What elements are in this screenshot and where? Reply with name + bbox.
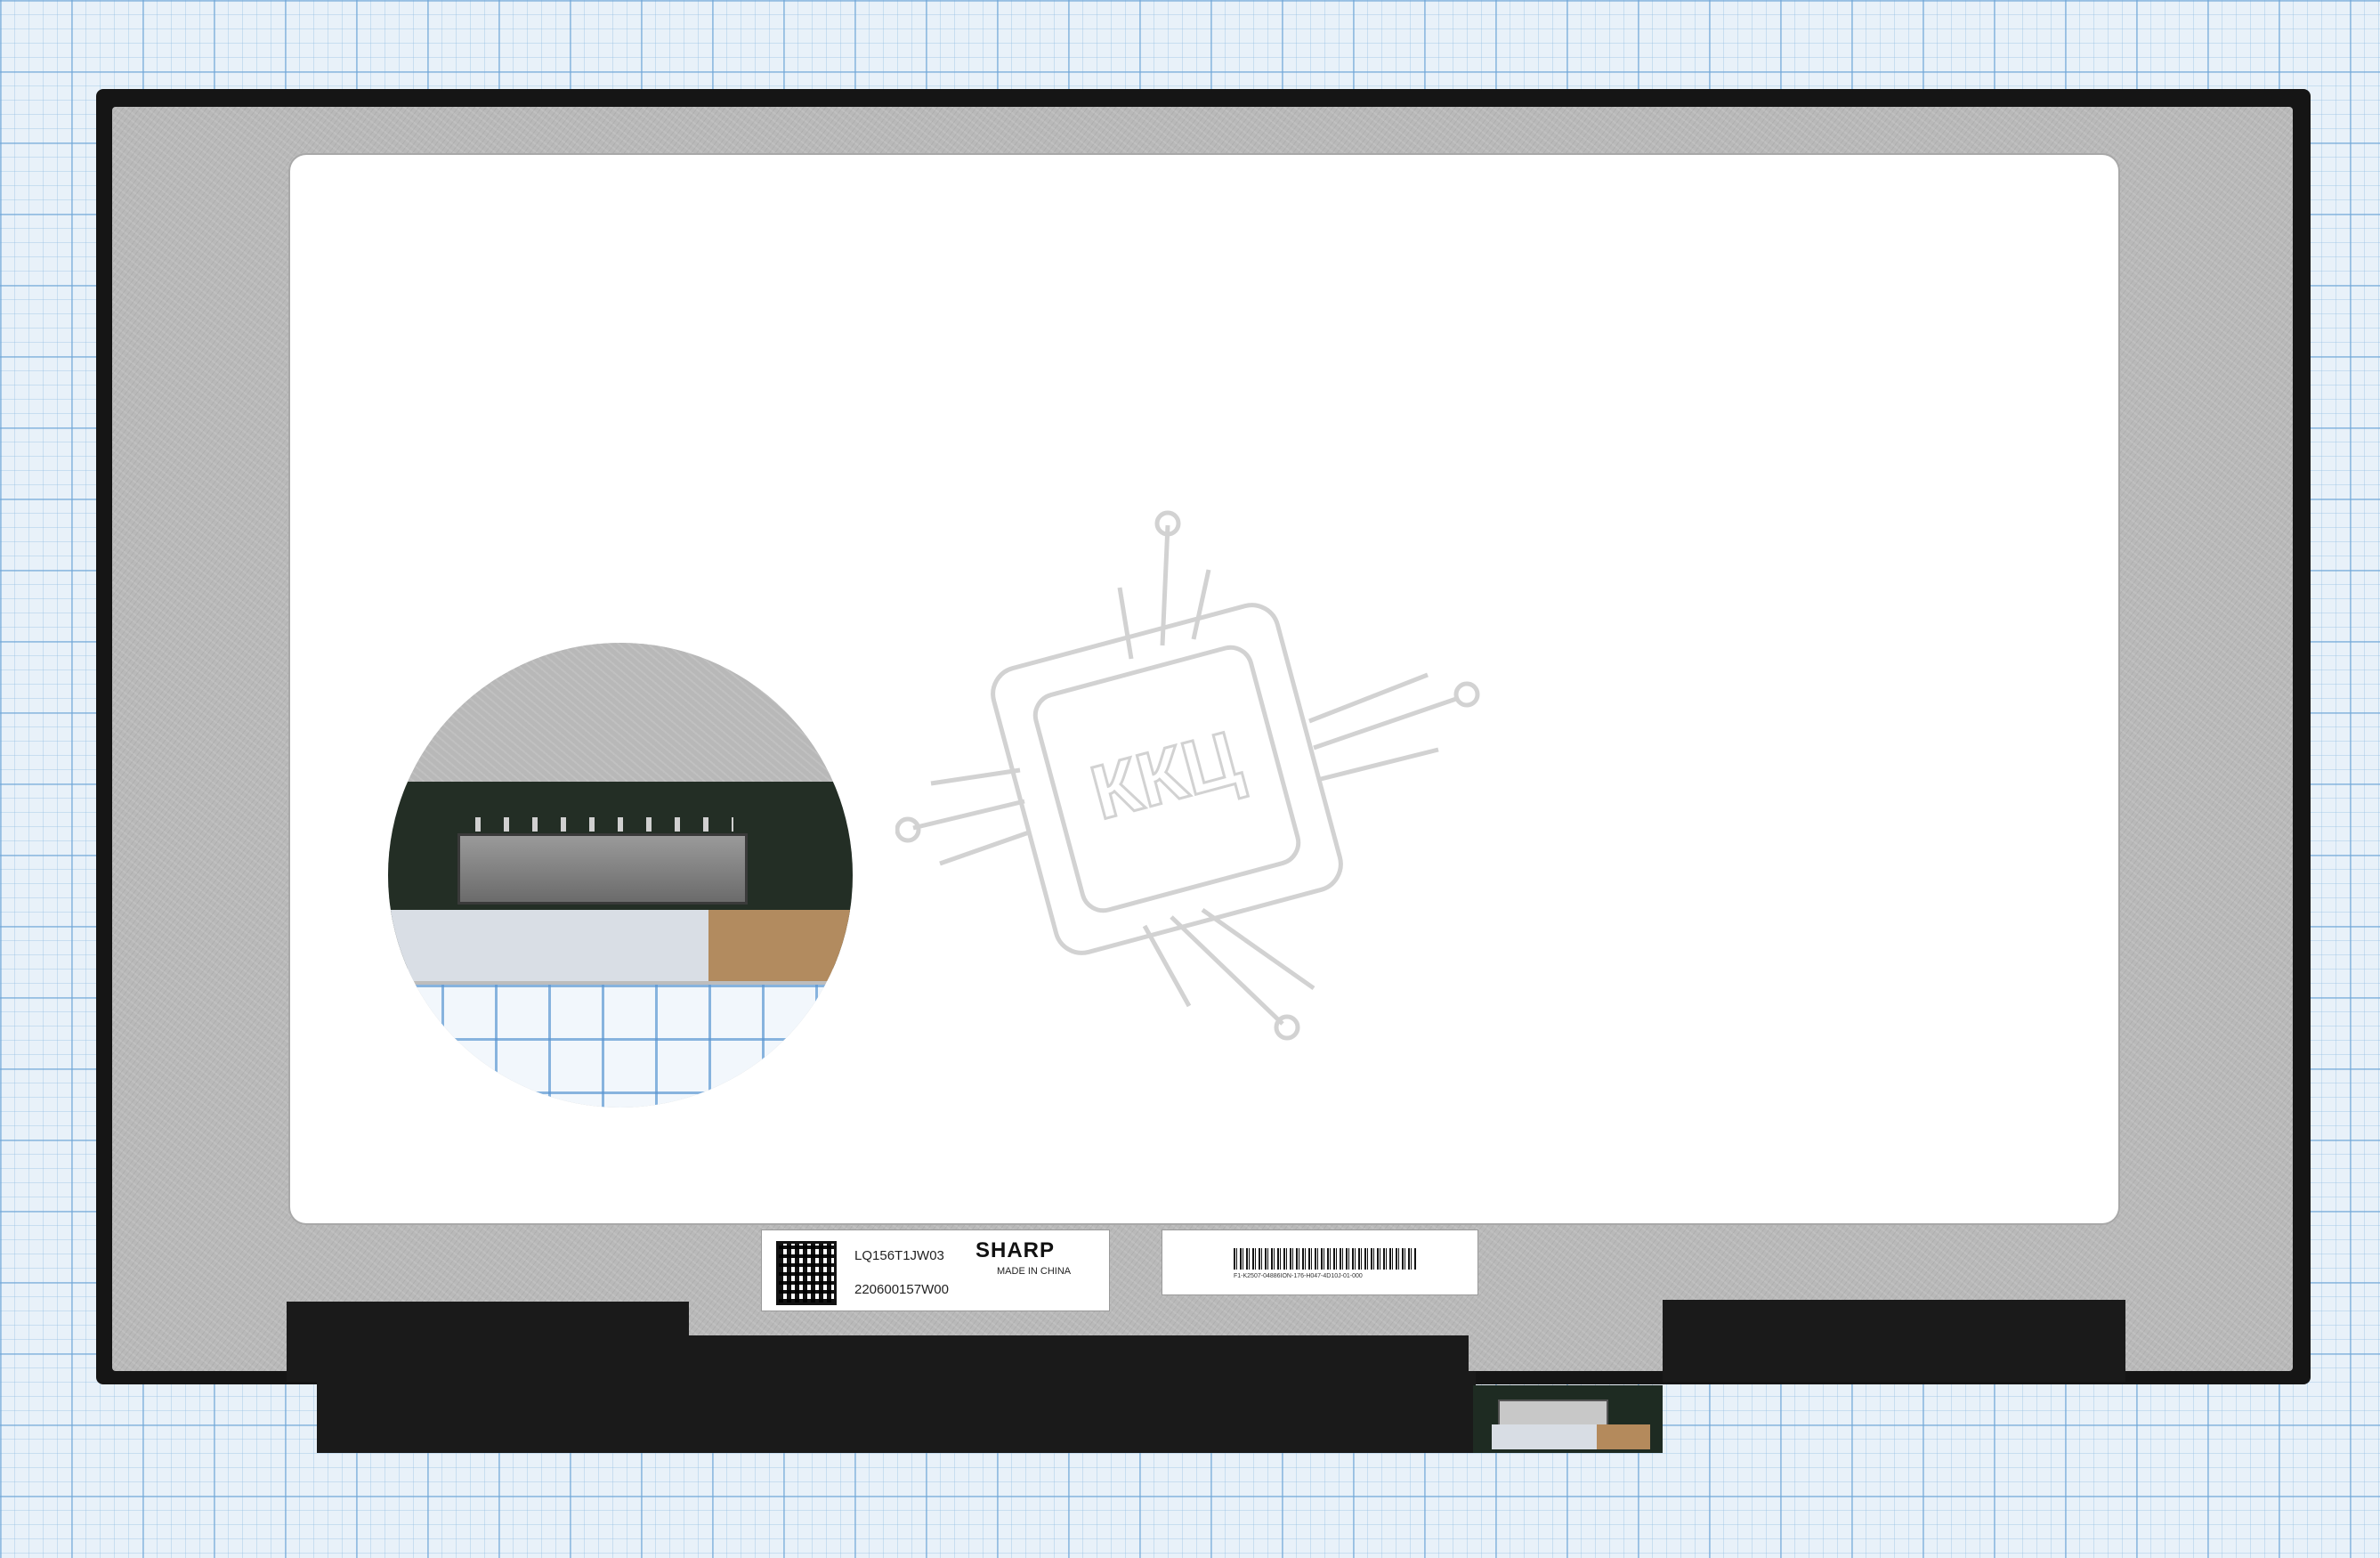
brand-logo: SHARP xyxy=(975,1238,1056,1262)
connector-zoom-inset xyxy=(388,643,853,1108)
zoom-connector xyxy=(457,833,748,905)
chip-watermark-icon: ККЦ xyxy=(895,510,1480,1041)
connector-tape-white xyxy=(1492,1424,1597,1449)
model-number: LQ156T1JW03 xyxy=(854,1248,944,1263)
zoom-tape-white xyxy=(388,910,708,981)
connector-socket xyxy=(1498,1400,1608,1426)
zoom-tape-copper xyxy=(708,910,853,981)
qr-code-icon xyxy=(776,1241,837,1305)
zoom-grid-paper xyxy=(388,985,853,1108)
barcode-text: F1-K2507-04886ION-176-H047-4D10J-01-000 xyxy=(1234,1273,1363,1279)
origin-text: MADE IN CHINA xyxy=(997,1266,1072,1277)
black-tape-right xyxy=(1663,1300,2125,1382)
black-tape-bottom xyxy=(317,1371,1476,1453)
black-tape-left xyxy=(287,1302,689,1382)
barcode-icon xyxy=(1234,1248,1417,1270)
zoom-connector-pins xyxy=(475,817,733,832)
zoom-metal xyxy=(388,643,853,785)
watermark-text: ККЦ xyxy=(1082,715,1249,836)
connector-tape-copper xyxy=(1597,1424,1650,1449)
serial-number: 220600157W00 xyxy=(854,1282,949,1297)
